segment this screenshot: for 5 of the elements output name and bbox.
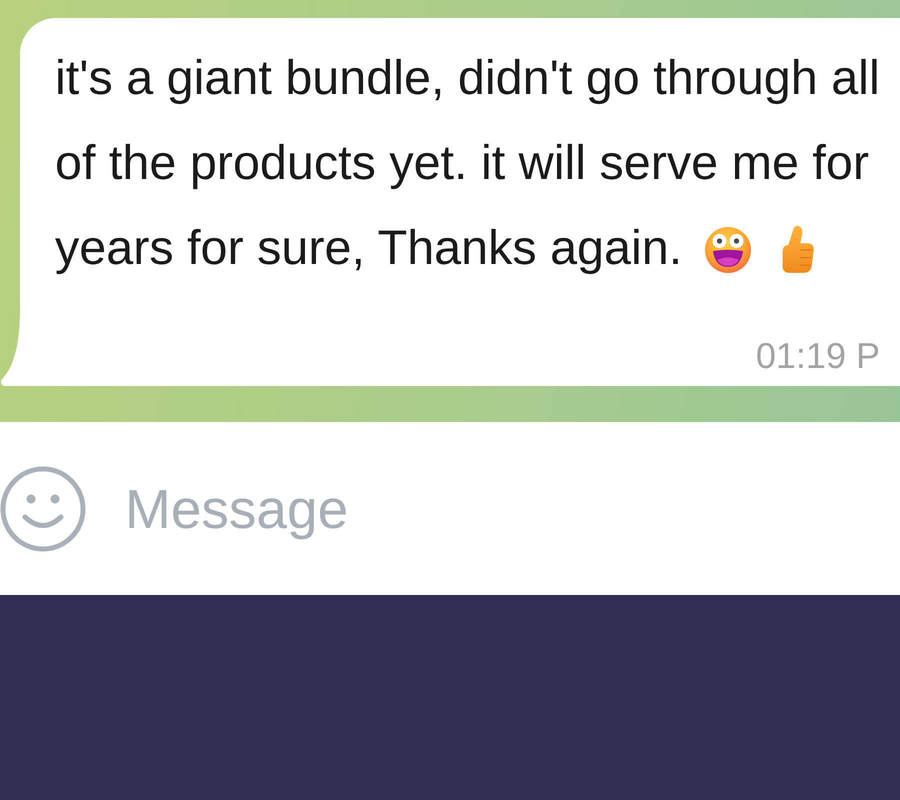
message-time: 01:19 P xyxy=(756,336,880,376)
smiley-icon[interactable] xyxy=(0,466,86,552)
message-input[interactable]: Message xyxy=(125,468,880,548)
message-text: it's a giant bundle, didn't go through all of the products yet. it will serve me for years for sure, Thanks again. xyxy=(55,51,880,275)
grinning-face-icon xyxy=(704,224,752,274)
